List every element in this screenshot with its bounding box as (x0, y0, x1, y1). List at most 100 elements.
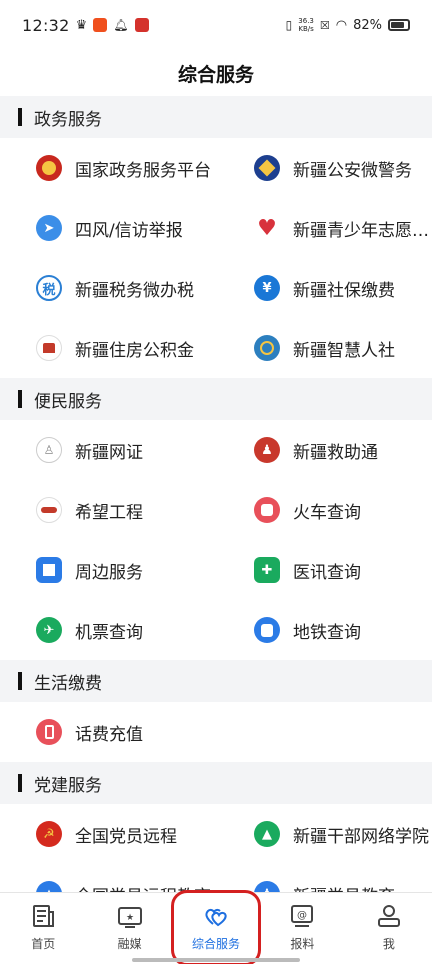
tab-label: 首页 (31, 937, 56, 951)
app-notification-icon-2 (134, 18, 149, 32)
newspaper-icon (33, 905, 55, 927)
service-label: 希望工程 (75, 502, 143, 523)
bottom-tab-bar: 首页 ★ 融媒 综合服务 @ 报料 我 (0, 892, 432, 964)
paper-plane-icon: ➤ (36, 215, 62, 241)
service-tax[interactable]: 税 新疆税务微办税 (0, 258, 216, 318)
battery-percent: 82% (353, 17, 382, 33)
service-national-gov-platform[interactable]: 国家政务服务平台 (0, 138, 216, 198)
service-housing-fund[interactable]: 新疆住房公积金 (0, 318, 216, 378)
section-marker (18, 672, 22, 690)
service-label: 周边服务 (75, 562, 143, 583)
service-youth-volunteer[interactable]: ♥ 新疆青少年志愿… (216, 198, 432, 258)
page-title: 综合服务 (177, 63, 254, 86)
service-police[interactable]: 新疆公安微警务 (216, 138, 432, 198)
section-header-government: 政务服务 (0, 96, 432, 138)
section-grid-bills: 话费充值 (0, 702, 432, 762)
services-list[interactable]: 政务服务 国家政务服务平台 新疆公安微警务 ➤ 四风/信访举报 ♥ 新疆青少年志… (0, 96, 432, 892)
hearts-icon (205, 908, 227, 927)
graduation-cap-icon: ▲ (254, 821, 280, 847)
service-label: 机票查询 (75, 622, 143, 643)
section-title: 生活缴费 (34, 673, 102, 694)
education-icon: ▲ (36, 881, 62, 892)
section-title: 党建服务 (34, 775, 102, 796)
service-net-id[interactable]: ♙ 新疆网证 (0, 420, 216, 480)
bell-icon: 🔔︎ (113, 18, 129, 32)
tv-star-icon: ★ (117, 907, 142, 928)
crown-icon: ♛ (75, 17, 88, 33)
section-grid-party: ☭ 全国党员远程 ▲ 新疆干部网络学院 ▲ 全国党员远程教育 ♟ 新疆党员教育 (0, 804, 432, 892)
section-title: 便民服务 (34, 391, 102, 412)
tab-home[interactable]: 首页 (0, 893, 86, 964)
svg-text:★: ★ (126, 913, 134, 923)
service-label: 新疆网证 (75, 442, 143, 463)
service-rescue[interactable]: ♟ 新疆救助通 (216, 420, 432, 480)
hope-project-icon (36, 497, 62, 523)
service-cadre-academy[interactable]: ▲ 新疆干部网络学院 (216, 804, 432, 864)
section-header-bills: 生活缴费 (0, 660, 432, 702)
train-icon (254, 497, 280, 523)
page-header: 综合服务 (0, 50, 432, 96)
section-marker (18, 774, 22, 792)
service-flight[interactable]: ✈ 机票查询 (0, 600, 216, 660)
service-hope-project[interactable]: 希望工程 (0, 480, 216, 540)
party-emblem-icon: ☭ (36, 821, 62, 847)
service-label: 新疆社保缴费 (293, 280, 395, 301)
yuan-coin-icon: ¥ (254, 275, 280, 301)
section-grid-government: 国家政务服务平台 新疆公安微警务 ➤ 四风/信访举报 ♥ 新疆青少年志愿… 税 … (0, 138, 432, 378)
housing-fund-icon (36, 335, 62, 361)
people-icon: ♟ (254, 881, 280, 892)
section-title: 政务服务 (34, 109, 102, 130)
service-party-remote-education[interactable]: ▲ 全国党员远程教育 (0, 864, 216, 892)
national-emblem-icon (36, 155, 62, 181)
service-smart-hr[interactable]: 新疆智慧人社 (216, 318, 432, 378)
airplane-icon: ✈ (36, 617, 62, 643)
service-party-remote[interactable]: ☭ 全国党员远程 (0, 804, 216, 864)
service-party-education[interactable]: ♟ 新疆党员教育 (216, 864, 432, 892)
person-icon (377, 905, 400, 927)
tab-me[interactable]: 我 (346, 893, 432, 964)
section-grid-convenience: ♙ 新疆网证 ♟ 新疆救助通 希望工程 火车查询 周边服务 ✚ 医讯查询 ✈ 机… (0, 420, 432, 660)
service-report[interactable]: ➤ 四风/信访举报 (0, 198, 216, 258)
service-social-security[interactable]: ¥ 新疆社保缴费 (216, 258, 432, 318)
status-time: 12:32 (22, 15, 70, 35)
service-subway[interactable]: 地铁查询 (216, 600, 432, 660)
tab-label: 融媒 (117, 937, 142, 951)
service-nearby[interactable]: 周边服务 (0, 540, 216, 600)
service-label: 地铁查询 (293, 622, 361, 643)
service-label: 火车查询 (293, 502, 361, 523)
tax-icon: 税 (36, 275, 62, 301)
tab-label: 综合服务 (192, 937, 241, 951)
status-bar: 12:32 ♛ 🔔︎ ▯ 36.3 KB/s ☒ ◠ 82% (0, 0, 432, 50)
subway-icon (254, 617, 280, 643)
service-label: 新疆公安微警务 (293, 160, 412, 181)
service-label: 国家政务服务平台 (75, 160, 211, 181)
service-medical[interactable]: ✚ 医讯查询 (216, 540, 432, 600)
battery-icon (388, 19, 410, 31)
service-label: 新疆青少年志愿… (293, 220, 429, 241)
section-header-party: 党建服务 (0, 762, 432, 804)
tab-media[interactable]: ★ 融媒 (86, 893, 172, 964)
service-label: 新疆智慧人社 (293, 340, 395, 361)
service-label: 新疆党员教育 (293, 882, 395, 893)
service-phone-recharge[interactable]: 话费充值 (0, 702, 216, 762)
section-header-convenience: 便民服务 (0, 378, 432, 420)
wifi-icon: ◠ (335, 17, 348, 33)
rescue-people-icon: ♟ (254, 437, 280, 463)
service-train[interactable]: 火车查询 (216, 480, 432, 540)
service-label: 新疆干部网络学院 (293, 826, 429, 847)
section-marker (18, 108, 22, 126)
vibrate-icon: ▯ (285, 18, 293, 32)
medical-shield-icon: ✚ (254, 557, 280, 583)
phone-icon (36, 719, 62, 745)
home-indicator (132, 958, 300, 962)
service-label: 话费充值 (75, 724, 143, 745)
tab-label: 我 (382, 937, 395, 951)
tab-report[interactable]: @ 报料 (259, 893, 345, 964)
service-label: 新疆救助通 (293, 442, 378, 463)
heart-icon: ♥ (254, 215, 280, 241)
tab-services[interactable]: 综合服务 (173, 893, 259, 964)
tab-label: 报料 (290, 937, 315, 951)
app-notification-icon (93, 18, 108, 32)
service-label: 医讯查询 (293, 562, 361, 583)
blocks-icon (36, 557, 62, 583)
